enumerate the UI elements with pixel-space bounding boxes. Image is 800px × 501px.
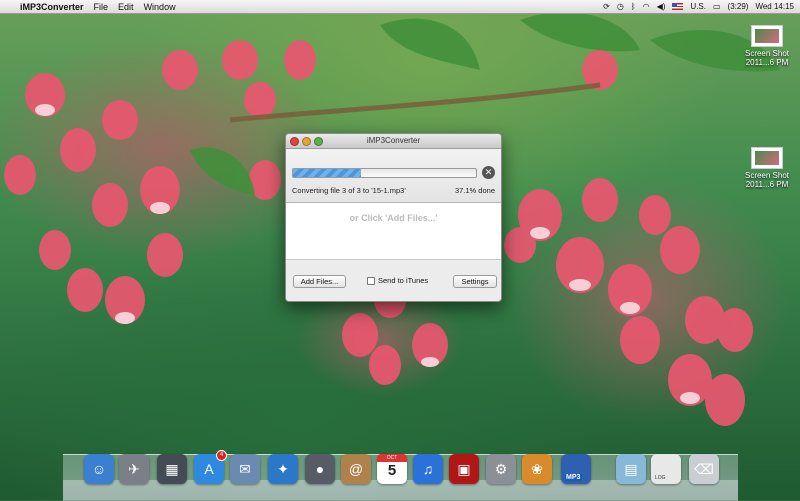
facetime-icon[interactable]: ● [305,454,335,484]
desktop-file-label: Screen Shot 2011...6 PM [744,171,790,189]
send-to-itunes-label: Send to iTunes [378,276,429,285]
itunes-icon[interactable]: ♫ [413,454,443,484]
facetime-glyph: ● [315,461,325,477]
conversion-status: Converting file 3 of 3 to '15-1.mp3' [292,186,406,195]
dock-item-label: MP3 [564,474,583,481]
screenshot-thumbnail-icon [751,147,783,169]
conversion-percent: 37.1% done [454,186,495,195]
finder-glyph: ☺ [91,461,107,477]
input-source-label[interactable]: U.S. [690,2,706,11]
applications-folder-glyph: ▤ [624,460,638,477]
progress-bar-fill [293,169,361,177]
us-flag-icon[interactable] [672,3,684,10]
menu-bar: iMP3Converter File Edit Window ⟳ ◷ ᛒ ◠ ◀… [0,0,800,14]
calendar-icon[interactable]: OCT 5 [377,454,407,484]
system-preferences-glyph: ⚙ [494,460,508,477]
window-titlebar[interactable]: iMP3Converter [286,134,501,149]
screenshot-thumbnail-icon [751,25,783,47]
desktop-file-screenshot-2[interactable]: Screen Shot 2011...6 PM [737,147,797,189]
cancel-conversion-icon[interactable]: ✕ [482,166,495,179]
trash-icon[interactable]: ⌫ [689,454,719,484]
send-to-itunes-option[interactable]: Send to iTunes [367,276,428,285]
mail-stamp-icon[interactable]: ✉ [230,454,260,484]
menu-app-name[interactable]: iMP3Converter [20,2,84,12]
file-drop-area[interactable]: or Click 'Add Files...' [286,203,501,259]
system-preferences-icon[interactable]: ⚙ [486,454,516,484]
launchpad-icon[interactable]: ✈ [119,454,149,484]
update-count-badge: 4 [216,450,227,461]
launchpad-glyph: ✈ [128,460,140,477]
bluetooth-icon[interactable]: ᛒ [631,2,636,11]
address-book-icon[interactable]: @ [341,454,371,484]
add-files-button[interactable]: Add Files... [293,275,346,288]
menu-clock[interactable]: Wed 14:15 [755,2,794,11]
zoom-window-button[interactable] [314,137,323,146]
progress-bar [292,168,477,178]
menu-file[interactable]: File [94,2,109,12]
menu-edit[interactable]: Edit [118,2,134,12]
sync-icon[interactable]: ⟳ [603,2,610,11]
volume-icon[interactable]: ◀) [657,2,666,11]
clock-status-icon[interactable]: ◷ [617,2,624,11]
photo-booth-icon[interactable]: ▣ [449,454,479,484]
calendar-month: OCT [377,454,407,462]
dock-item-label: LOG [655,475,666,481]
iphoto-glyph: ❀ [531,460,543,477]
settings-button[interactable]: Settings [453,275,497,288]
minimize-window-button[interactable] [302,137,311,146]
finder-icon[interactable]: ☺ [84,454,114,484]
battery-icon[interactable]: ▭ [713,2,721,11]
battery-time[interactable]: (3:29) [728,2,749,11]
desktop-file-screenshot-1[interactable]: Screen Shot 2011...6 PM [737,25,797,67]
desktop-file-label: Screen Shot 2011...6 PM [744,49,790,67]
safari-icon[interactable]: ✦ [268,454,298,484]
iphoto-icon[interactable]: ❀ [522,454,552,484]
mission-control-icon[interactable]: ▦ [157,454,187,484]
calendar-day: 5 [387,462,397,479]
menu-extras: ⟳ ◷ ᛒ ◠ ◀) U.S. ▭ (3:29) Wed 14:15 [603,2,800,11]
progress-panel: ✕ Converting file 3 of 3 to '15-1.mp3' 3… [286,149,501,203]
window-title: iMP3Converter [366,136,421,145]
safari-glyph: ✦ [277,460,289,477]
applications-folder-icon[interactable]: ▤ [616,454,646,484]
trash-glyph: ⌫ [694,460,714,477]
send-to-itunes-checkbox[interactable] [367,276,375,285]
mail-stamp-glyph: ✉ [239,460,251,477]
app-store-icon[interactable]: A4 [194,450,227,484]
imp3converter-icon[interactable]: MP3 [561,454,591,484]
log-document-icon[interactable]: LOG [651,454,681,484]
mission-control-glyph: ▦ [165,460,179,477]
drop-hint: or Click 'Add Files...' [349,213,438,223]
address-book-glyph: @ [348,461,364,477]
imp3converter-window: iMP3Converter ✕ Converting file 3 of 3 t… [285,133,502,302]
photo-booth-glyph: ▣ [457,460,471,477]
window-bottom-bar: Add Files... Send to iTunes Settings [286,259,501,301]
window-controls [290,137,323,146]
itunes-glyph: ♫ [422,461,434,477]
close-window-button[interactable] [290,137,299,146]
menu-window[interactable]: Window [144,2,176,12]
wifi-icon[interactable]: ◠ [643,2,650,11]
